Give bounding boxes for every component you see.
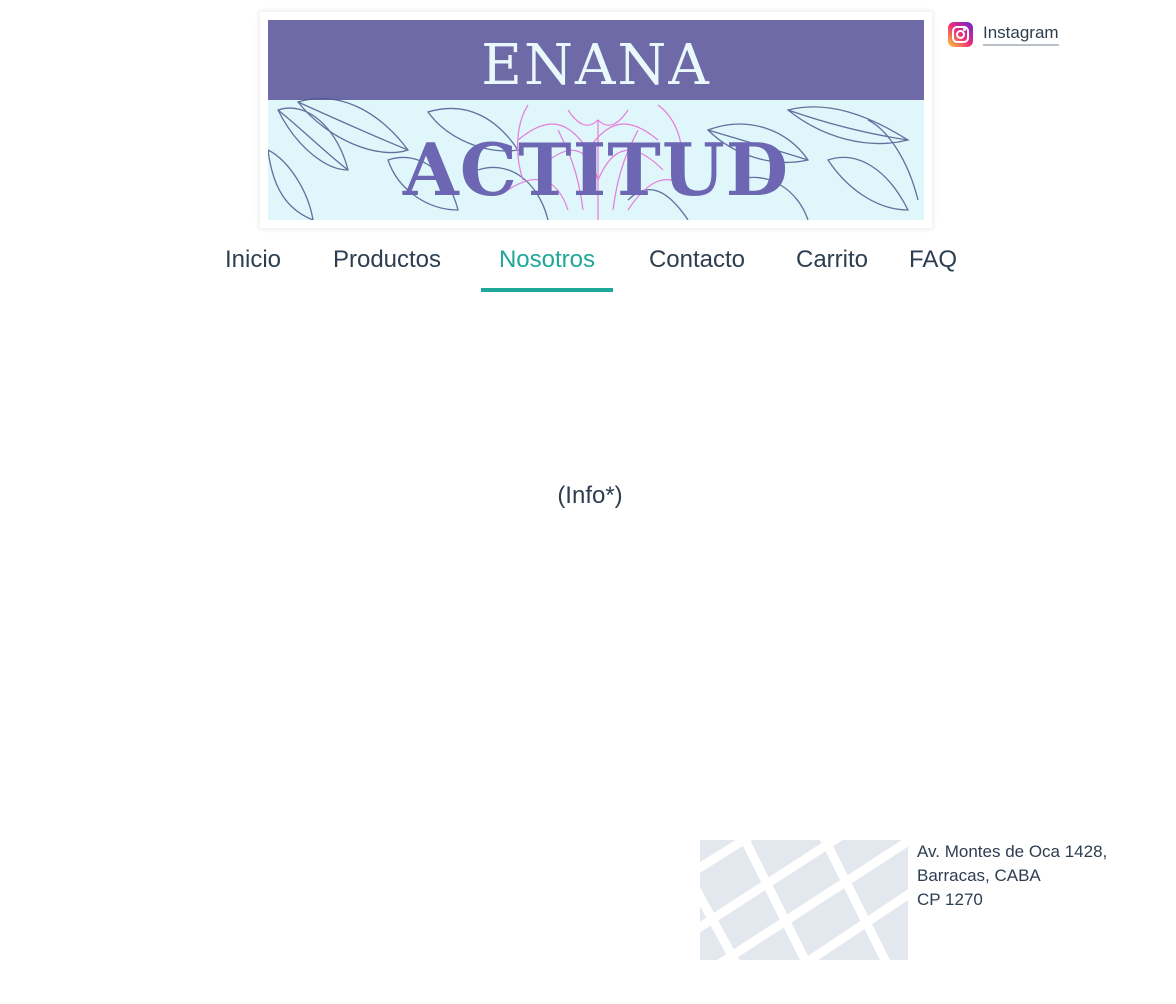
address-line1: Av. Montes de Oca 1428,: [917, 842, 1108, 861]
instagram-icon: [948, 22, 973, 47]
brand-banner-image: ENANA ACTITUD: [268, 20, 924, 220]
nav-item-inicio[interactable]: Inicio: [215, 244, 291, 292]
nav-item-productos[interactable]: Productos: [320, 244, 454, 292]
instagram-link[interactable]: Instagram: [948, 22, 1059, 47]
address-postal-code: CP 1270: [917, 890, 983, 909]
map-streets: [700, 840, 908, 960]
brand-title-line2: ACTITUD: [402, 127, 790, 212]
header-banner: ENANA ACTITUD: [260, 12, 932, 228]
store-address: Av. Montes de Oca 1428, Barracas, CABA C…: [917, 840, 1157, 912]
nav-item-carrito[interactable]: Carrito: [785, 244, 879, 292]
brand-title-line1: ENANA: [481, 33, 711, 98]
info-placeholder: (Info*): [557, 482, 623, 509]
nav-item-contacto[interactable]: Contacto: [640, 244, 754, 292]
nav-item-nosotros[interactable]: Nosotros: [481, 244, 613, 292]
map-thumbnail[interactable]: [700, 840, 908, 960]
instagram-label[interactable]: Instagram: [983, 23, 1059, 46]
nav-item-faq[interactable]: FAQ: [904, 244, 962, 292]
address-line2: Barracas, CABA: [917, 866, 1041, 885]
